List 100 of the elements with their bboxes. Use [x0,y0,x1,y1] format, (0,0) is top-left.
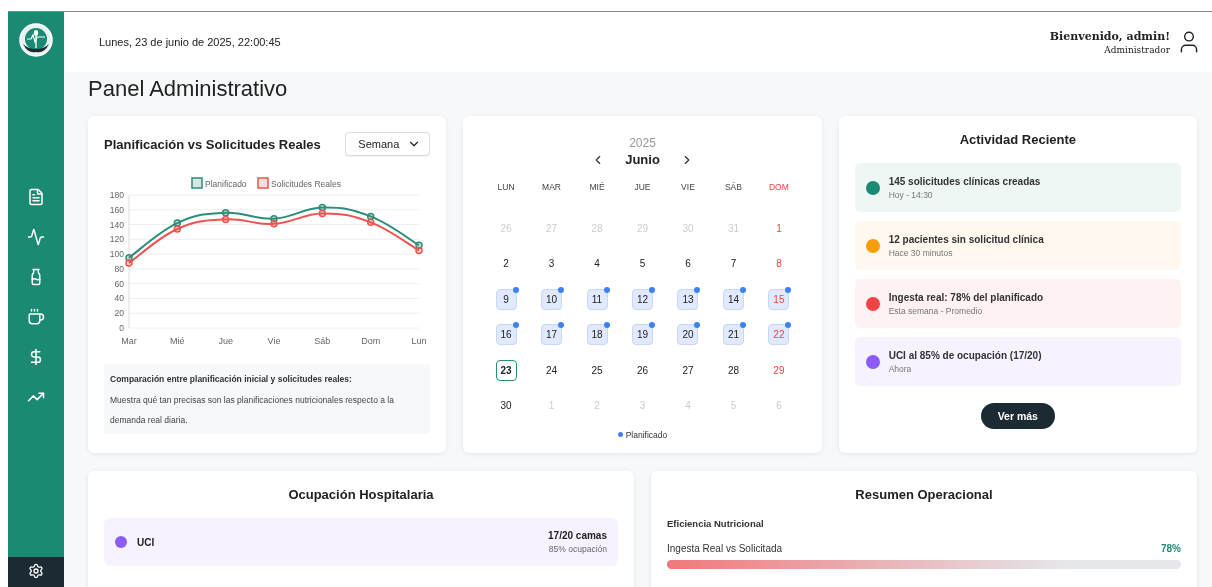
card-title: Resumen Operacional [854,487,994,502]
y-tick-label: 0 [119,323,124,333]
activity-title: 12 pacientes sin solicitud clínica [888,233,1044,245]
planned-dot [558,322,565,329]
card-title: Actividad Reciente [958,132,1077,147]
note-text: Muestra qué tan precisas son las planificaciones nutricionales respecto a la demanda real diaria. [110,394,395,427]
point [318,209,327,218]
calendar-day[interactable]: 13 [677,288,699,310]
y-tick-label: 160 [109,204,124,215]
y-tick-label: 60 [114,278,124,289]
calendar-day[interactable]: 21 [722,324,744,346]
activity-time: Hoy - 14:30 [888,189,934,200]
point [270,220,278,228]
x-tick-label: Dom [361,336,381,346]
point [125,259,133,267]
planned-dot [785,286,792,293]
point [221,215,230,224]
calendar-day[interactable]: 26 [632,359,653,381]
calendar-day[interactable]: 2 [495,253,517,275]
planned-dot [649,286,655,293]
calendar-day[interactable]: 18 [586,324,608,346]
calendar-day[interactable]: 9 [495,288,517,310]
calendar-day[interactable]: 19 [632,324,653,346]
weekday-label: MIÉ [589,182,605,192]
y-tick-label: 40 [114,293,124,304]
calendar-day[interactable]: 10 [541,288,563,310]
settings-button[interactable] [8,557,64,587]
planned-dot [694,286,701,293]
point [221,208,230,217]
period-dropdown[interactable]: Semana [345,132,431,156]
note-title: Comparación entre planificación inicial y solicitudes reales: [110,374,353,384]
calendar-day[interactable]: 29 [768,359,790,381]
activity-time: Esta semana - Promedio [888,305,984,316]
legend-label: Planificado [625,429,668,440]
calendar-day[interactable]: 20 [677,324,699,346]
planned-dot [785,322,792,329]
activity-title: Ingesta real: 78% del planificado [888,291,1044,303]
planned-dot [603,286,610,293]
legend-dot [617,432,623,437]
point [173,225,182,233]
weekday-label: JUE [634,182,651,192]
logo-icon [18,22,54,58]
see-more-button[interactable]: Ver más [980,403,1055,429]
x-tick-label: Mié [170,336,185,346]
card-title: Planificación vs Solicitudes Reales [104,136,321,152]
planned-dot [694,322,701,329]
weekday-label: MAR [542,182,561,192]
planned-dot [739,322,746,329]
legend-label: Solicitudes Reales [271,178,341,189]
calendar-day[interactable]: 12 [632,288,653,310]
activity-title: 145 solicitudes clínicas creadas [888,175,1041,187]
y-tick-label: 80 [114,263,124,274]
weekday-label: VIE [681,182,695,192]
calendar-month: Junio [625,152,660,167]
unit-name: UCI [137,536,156,548]
calendar-day[interactable]: 27 [677,359,699,381]
activity-time: Hace 30 minutos [888,247,954,258]
calendar-day[interactable]: 14 [722,288,744,310]
settings-icon [28,563,44,579]
card-title: Ocupación Hospitalaria [287,487,435,502]
calendar-day[interactable]: 17 [541,324,563,346]
planned-dot [739,286,746,293]
y-tick-label: 20 [114,308,124,319]
planned-dot [649,322,655,329]
activity-title: UCI al 85% de ocupación (17/20) [888,349,1042,361]
weekday-label: SÁB [724,182,742,192]
y-tick-label: 100 [109,249,124,260]
calendar-day[interactable]: 6 [677,253,699,275]
section-title: Eficiencia Nutricional [667,518,765,529]
calendar-day[interactable]: 25 [586,359,608,381]
metric-label: Ingesta Real vs Solicitada [667,543,783,554]
calendar-day[interactable]: 3 [541,253,563,275]
x-tick-label: Sáb [314,336,331,346]
calendar-day[interactable]: 28 [722,359,744,381]
weekday-label: LUN [497,182,515,192]
calendar-day[interactable]: 30 [495,395,517,417]
calendar-day[interactable]: 5 [632,253,653,275]
calendar-day[interactable]: 7 [722,253,744,275]
x-tick-label: Vie [267,336,281,346]
calendar-day[interactable]: 16 [495,324,517,346]
calendar-day[interactable]: 4 [586,253,608,275]
planned-dot [512,322,519,329]
point [415,246,423,255]
user-role: Administrador [1104,44,1170,55]
planned-dot [603,322,610,329]
pulse-icon[interactable] [25,226,47,248]
calendar-day[interactable]: 23 [495,359,517,381]
point [173,219,182,227]
calendar-year: 2025 [628,136,657,150]
bed-count: 17/20 camas [548,530,607,541]
calendar-day[interactable]: 11 [586,288,608,310]
calendar-day[interactable]: 8 [768,253,790,275]
date-time: Lunes, 23 de junio de 2025, 22:00:45 [99,36,281,48]
calendar-day[interactable]: 24 [541,359,563,381]
point [318,203,327,212]
calendar-day[interactable]: 1 [768,217,790,239]
activity-time: Ahora [888,363,913,374]
x-tick-label: Jue [218,336,233,346]
x-tick-label: Lun [411,336,427,346]
legend-label: Planificado [205,178,247,189]
